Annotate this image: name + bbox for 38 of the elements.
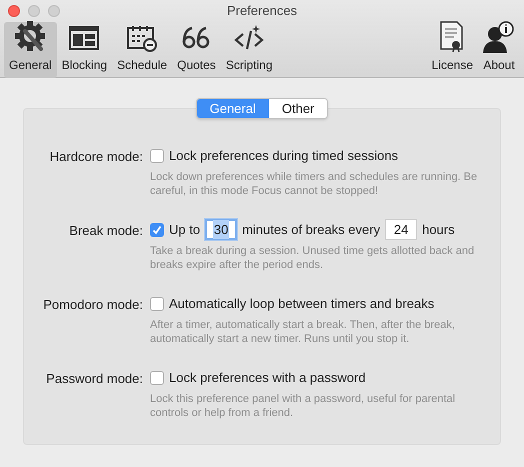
gear-icon bbox=[13, 19, 48, 53]
option-text: Up to bbox=[169, 220, 200, 239]
setting-label: Hardcore mode: bbox=[48, 148, 144, 166]
toolbar-tab[interactable]: About bbox=[478, 22, 520, 78]
code-icon bbox=[234, 24, 264, 52]
calendar-icon bbox=[127, 24, 158, 52]
toolbar-tab[interactable]: General bbox=[4, 22, 57, 78]
window-title: Preferences bbox=[226, 2, 298, 20]
toolbar-tab[interactable]: Blocking bbox=[56, 22, 112, 78]
zoom-button[interactable] bbox=[48, 5, 60, 17]
window-icon bbox=[69, 24, 100, 52]
setting-label: Pomodoro mode: bbox=[42, 296, 144, 314]
setting-description: Lock this preference panel with a password, useful for parental controls or help from a friend. bbox=[150, 392, 456, 420]
setting-description: After a timer, automatically start a break. Then, after the break, automatically start a new timer. Runs until you stop it. bbox=[150, 318, 456, 346]
segment-tab[interactable]: Other bbox=[268, 99, 328, 118]
toolbar-tab[interactable]: Schedule bbox=[112, 22, 172, 78]
toolbar-tab[interactable]: License bbox=[426, 22, 478, 78]
option-text: Automatically loop between timers and breaks bbox=[169, 294, 434, 313]
setting-label: Break mode: bbox=[68, 222, 144, 240]
option-text: minutes of breaks every bbox=[242, 220, 380, 239]
toolbar-tab[interactable]: Quotes bbox=[172, 22, 221, 78]
option-text: Lock preferences with a password bbox=[169, 368, 366, 387]
person-info-icon bbox=[483, 21, 515, 53]
checkbox[interactable] bbox=[150, 370, 164, 384]
checkbox[interactable] bbox=[150, 148, 164, 162]
checkbox[interactable] bbox=[150, 222, 164, 236]
close-button[interactable] bbox=[8, 5, 20, 17]
certificate-icon bbox=[439, 21, 466, 53]
option-text: Lock preferences during timed sessions bbox=[169, 146, 398, 165]
setting-label: Password mode: bbox=[45, 370, 144, 388]
option-text: hours bbox=[422, 220, 455, 239]
setting-description: Lock down preferences while timers and schedules are running. Be careful, in this mode Focus cannot be stopped! bbox=[150, 170, 478, 198]
number-field[interactable]: 24 bbox=[385, 219, 418, 240]
toolbar-tab[interactable]: Scripting bbox=[220, 22, 278, 78]
number-field[interactable]: 30 bbox=[205, 219, 238, 240]
setting-description: Take a break during a session. Unused time gets allotted back and breaks expire after the period ends. bbox=[150, 244, 476, 272]
minimize-button[interactable] bbox=[28, 5, 40, 17]
checkbox[interactable] bbox=[150, 296, 164, 310]
